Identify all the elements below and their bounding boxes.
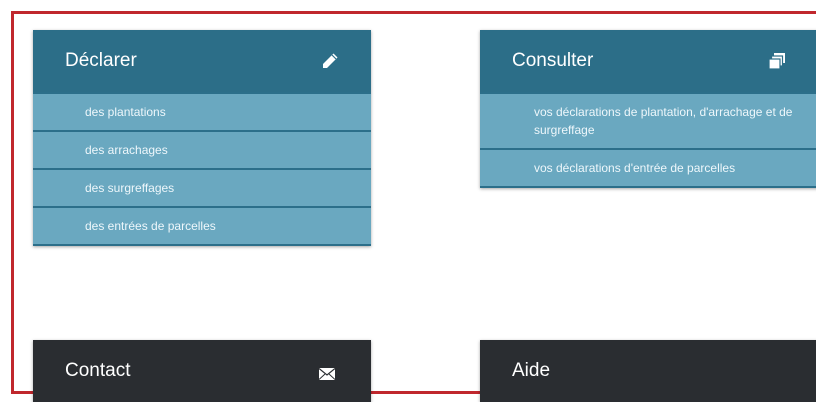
declarer-item-arrachages[interactable]: des arrachages xyxy=(33,130,371,168)
consulter-item-plantation-arrachage-surgreffage[interactable]: vos déclarations de plantation, d'arrach… xyxy=(480,92,816,148)
declarer-panel: Déclarer des plantations des arrachages … xyxy=(33,30,371,246)
consulter-header[interactable]: Consulter xyxy=(480,30,816,92)
aide-title: Aide xyxy=(512,360,551,381)
consulter-menu: vos déclarations de plantation, d'arrach… xyxy=(480,92,816,188)
declarer-item-plantations[interactable]: des plantations xyxy=(33,92,371,130)
declarer-menu: des plantations des arrachages des surgr… xyxy=(33,92,371,246)
consulter-item-entree-parcelles[interactable]: vos déclarations d'entrée de parcelles xyxy=(480,148,816,188)
windows-stack-icon xyxy=(768,52,786,70)
aide-header[interactable]: Aide xyxy=(480,340,816,402)
envelope-icon xyxy=(319,368,335,380)
consulter-title: Consulter xyxy=(512,50,594,71)
consulter-panel: Consulter vos déclarations de plantation… xyxy=(480,30,816,188)
contact-header[interactable]: Contact xyxy=(33,340,371,402)
contact-title: Contact xyxy=(65,360,131,381)
declarer-item-entrees-parcelles[interactable]: des entrées de parcelles xyxy=(33,206,371,246)
pencil-icon xyxy=(321,52,339,70)
declarer-header[interactable]: Déclarer xyxy=(33,30,371,92)
declarer-title: Déclarer xyxy=(65,50,137,71)
contact-panel: Contact xyxy=(33,340,371,402)
aide-panel: Aide xyxy=(480,340,816,402)
declarer-item-surgreffages[interactable]: des surgreffages xyxy=(33,168,371,206)
